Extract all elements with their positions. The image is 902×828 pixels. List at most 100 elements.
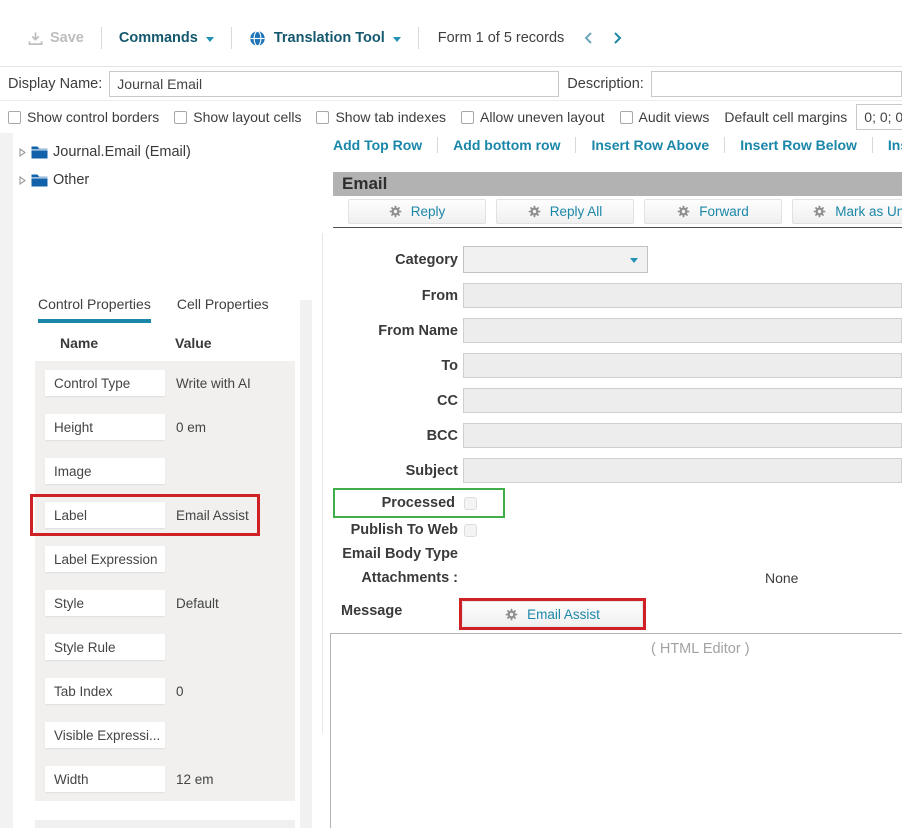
field-row-cc: CC: [320, 388, 902, 413]
cell-margins-input[interactable]: [856, 104, 902, 130]
mark-as-unread-button[interactable]: Mark as Unr: [792, 199, 902, 224]
to-input[interactable]: [463, 353, 902, 378]
properties-table: Name Value Control Type Write with AI He…: [35, 325, 295, 801]
property-row[interactable]: Height 0 em: [35, 405, 295, 449]
field-row-subject: Subject: [320, 458, 902, 483]
property-row[interactable]: Control Type Write with AI: [35, 361, 295, 405]
property-name-cell[interactable]: Label Expression: [45, 546, 165, 572]
checkbox-icon[interactable]: [316, 111, 329, 124]
field-row-publish-to-web: Publish To Web: [320, 522, 902, 538]
insert-link-clipped[interactable]: Inser: [873, 137, 902, 153]
save-icon: [28, 31, 43, 46]
add-bottom-row-link[interactable]: Add bottom row: [438, 137, 576, 153]
row-actions-toolbar: Add Top Row Add bottom row Insert Row Ab…: [333, 135, 902, 155]
description-input[interactable]: [651, 71, 902, 97]
tree-item-other[interactable]: Other: [19, 166, 191, 194]
tab-control-properties[interactable]: Control Properties: [38, 296, 151, 323]
cell-margins-label: Default cell margins: [724, 109, 847, 125]
email-assist-button[interactable]: Email Assist: [462, 601, 643, 627]
from-input[interactable]: [463, 283, 902, 308]
property-row[interactable]: Visible Expressi...: [35, 713, 295, 757]
description-label: Description:: [567, 76, 644, 92]
reply-button[interactable]: Reply: [348, 199, 486, 224]
property-row[interactable]: Tab Index 0: [35, 669, 295, 713]
email-body-type-label: Email Body Type: [320, 546, 458, 562]
email-section-bar[interactable]: Email: [333, 172, 902, 196]
next-record-button[interactable]: [613, 31, 622, 45]
checkbox-icon[interactable]: [620, 111, 633, 124]
checkbox-icon[interactable]: [8, 111, 21, 124]
expander-icon[interactable]: [19, 148, 26, 157]
forward-button[interactable]: Forward: [644, 199, 782, 224]
save-button[interactable]: Save: [28, 30, 84, 46]
property-name-cell[interactable]: Tab Index: [45, 678, 165, 704]
processed-checkbox[interactable]: [464, 497, 477, 510]
option-audit-views[interactable]: Audit views: [620, 109, 710, 125]
insert-row-below-link[interactable]: Insert Row Below: [725, 137, 873, 153]
publish-to-web-checkbox[interactable]: [464, 524, 477, 537]
category-label: Category: [320, 252, 458, 268]
bcc-label: BCC: [320, 428, 458, 444]
property-name-cell[interactable]: Image: [45, 458, 165, 484]
email-assist-highlight-box: Email Assist: [459, 598, 646, 630]
attachments-value: None: [765, 570, 798, 586]
translation-tool-label: Translation Tool: [274, 30, 385, 46]
property-name-cell[interactable]: Control Type: [45, 370, 165, 396]
option-label: Audit views: [639, 109, 710, 125]
left-gutter: [0, 133, 13, 828]
property-row-label-highlighted[interactable]: Label Email Assist: [35, 493, 295, 537]
html-editor-placeholder: ( HTML Editor ): [651, 641, 750, 657]
from-name-input[interactable]: [463, 318, 902, 343]
option-show-control-borders[interactable]: Show control borders: [8, 109, 159, 125]
option-label: Allow uneven layout: [480, 109, 605, 125]
cell-margins-group: Default cell margins: [724, 104, 902, 130]
toolbar-separator: [101, 27, 102, 49]
html-editor-area[interactable]: ( HTML Editor ): [330, 633, 902, 828]
translation-tool-menu[interactable]: Translation Tool: [249, 30, 401, 47]
chevron-down-icon: [206, 37, 214, 42]
bcc-input[interactable]: [463, 423, 902, 448]
add-top-row-link[interactable]: Add Top Row: [333, 137, 438, 153]
property-name-cell[interactable]: Visible Expressi...: [45, 722, 165, 748]
property-name-cell[interactable]: Style: [45, 590, 165, 616]
expander-icon[interactable]: [19, 176, 26, 185]
properties-table-next-row: [35, 820, 295, 828]
option-show-tab-indexes[interactable]: Show tab indexes: [316, 109, 446, 125]
name-description-bar: Display Name: Description:: [0, 68, 902, 101]
tab-cell-properties[interactable]: Cell Properties: [177, 296, 269, 323]
properties-tabs: Control Properties Cell Properties: [38, 296, 269, 323]
property-name-cell[interactable]: Label: [45, 502, 165, 528]
chevron-down-icon: [393, 37, 401, 42]
option-allow-uneven-layout[interactable]: Allow uneven layout: [461, 109, 605, 125]
property-row[interactable]: Style Default: [35, 581, 295, 625]
insert-row-above-link[interactable]: Insert Row Above: [576, 137, 725, 153]
reply-all-button[interactable]: Reply All: [496, 199, 634, 224]
record-nav-text: Form 1 of 5 records: [438, 30, 565, 46]
property-name-cell[interactable]: Style Rule: [45, 634, 165, 660]
tree-item-journal-email[interactable]: Journal.Email (Email): [19, 138, 191, 166]
folder-icon: [31, 173, 48, 187]
option-label: Show layout cells: [193, 109, 301, 125]
cc-input[interactable]: [463, 388, 902, 413]
previous-record-button[interactable]: [584, 31, 593, 45]
option-show-layout-cells[interactable]: Show layout cells: [174, 109, 301, 125]
field-row-bcc: BCC: [320, 423, 902, 448]
button-label: Mark as Unr: [835, 204, 902, 219]
button-label: Reply: [411, 204, 446, 219]
form-designer-screen: Save Commands Translation Tool Form 1 of…: [0, 0, 902, 828]
property-name-cell[interactable]: Width: [45, 766, 165, 792]
property-name-cell[interactable]: Height: [45, 414, 165, 440]
category-select[interactable]: [463, 246, 648, 273]
property-row[interactable]: Image: [35, 449, 295, 493]
gear-icon: [505, 608, 518, 621]
field-row-to: To: [320, 353, 902, 378]
display-name-input[interactable]: [109, 71, 559, 97]
subject-input[interactable]: [463, 458, 902, 483]
property-row[interactable]: Width 12 em: [35, 757, 295, 801]
commands-menu[interactable]: Commands: [119, 30, 214, 46]
checkbox-icon[interactable]: [174, 111, 187, 124]
property-row[interactable]: Style Rule: [35, 625, 295, 669]
publish-to-web-label: Publish To Web: [320, 522, 458, 538]
checkbox-icon[interactable]: [461, 111, 474, 124]
property-row[interactable]: Label Expression: [35, 537, 295, 581]
